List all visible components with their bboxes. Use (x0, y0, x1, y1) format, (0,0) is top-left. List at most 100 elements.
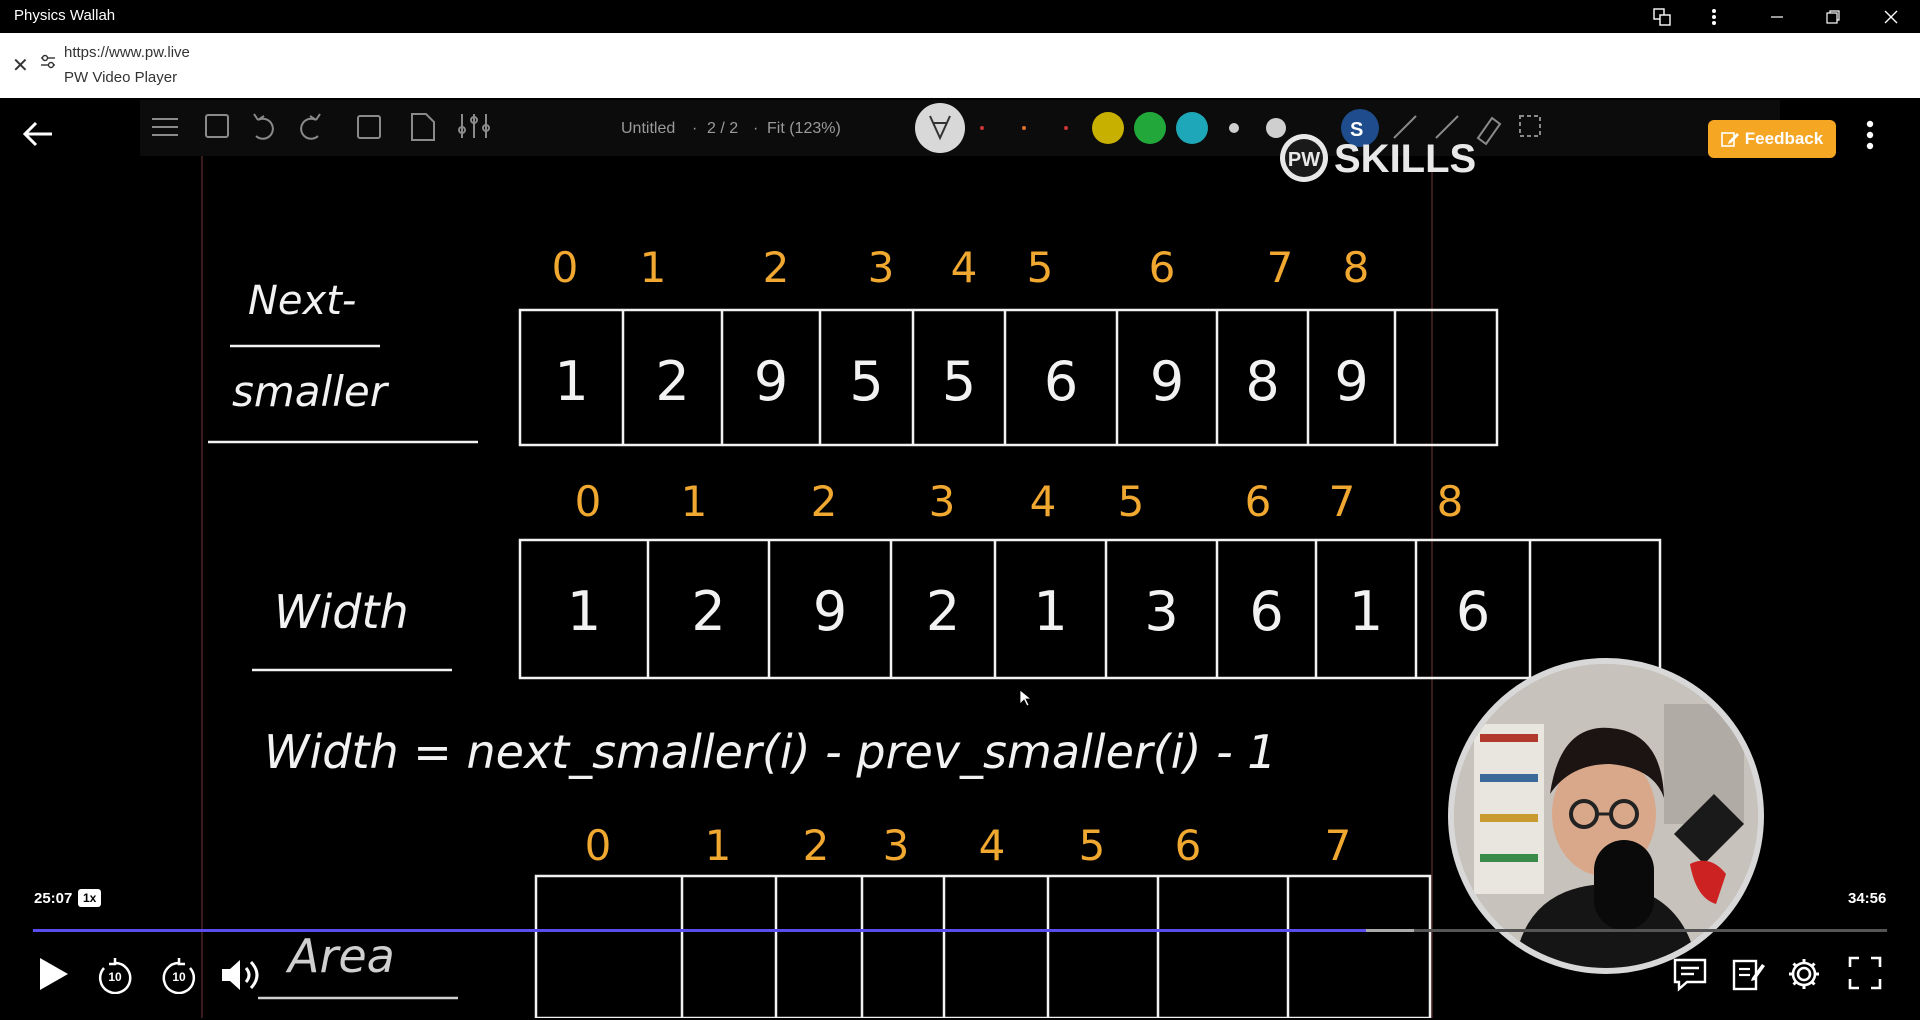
area-index: 4 (979, 821, 1006, 870)
board-separator-2: · (753, 120, 758, 137)
width-index: 3 (929, 477, 956, 526)
area-index: 2 (803, 821, 830, 870)
width-value: 9 (813, 580, 847, 643)
area-array (534, 874, 1432, 1018)
next-smaller-value: 5 (942, 350, 976, 413)
duration: 34:56 (1848, 890, 1887, 907)
feedback-button[interactable]: Feedback (1708, 120, 1836, 158)
notes-icon[interactable] (1730, 956, 1766, 997)
width-label: Width (274, 585, 409, 639)
board-doc-title: Untitled (621, 120, 675, 137)
next-smaller-index: 8 (1343, 243, 1370, 292)
next-smaller-value: 6 (1044, 350, 1078, 413)
board-page-indicator: 2 / 2 (707, 120, 738, 137)
instructor-webcam (1448, 658, 1764, 974)
area-index: 6 (1175, 821, 1202, 870)
close-icon[interactable]: ✕ (12, 53, 29, 78)
color-dot-orange-small (1022, 126, 1026, 130)
width-index: 2 (811, 477, 838, 526)
next-smaller-value: 9 (1150, 350, 1184, 413)
forward-seconds: 10 (172, 970, 186, 984)
player-more-icon[interactable] (1866, 120, 1874, 155)
area-label: Area (285, 929, 395, 983)
close-window-button[interactable] (1866, 0, 1916, 33)
width-value: 1 (1349, 580, 1383, 643)
rewind-10-button[interactable]: 10 (96, 956, 134, 999)
area-border (534, 874, 1432, 1018)
width-value: 3 (1144, 580, 1178, 643)
next-smaller-index: 6 (1149, 243, 1176, 292)
next-smaller-index: 1 (640, 243, 667, 292)
width-index: 0 (575, 477, 602, 526)
next-smaller-index: 7 (1267, 243, 1294, 292)
settings-icon[interactable] (1786, 956, 1822, 997)
width-value: 6 (1456, 580, 1490, 643)
address-bar: ✕ https://www.pw.live PW Video Player (0, 33, 1920, 98)
width-index: 7 (1329, 477, 1356, 526)
url-text: https://www.pw.live (64, 44, 190, 61)
width-value: 2 (691, 580, 725, 643)
color-dot-red-small-2 (1064, 126, 1068, 130)
board-zoom: Fit (123%) (767, 120, 841, 137)
edit-icon (1720, 132, 1739, 147)
next-smaller-value: 9 (1334, 350, 1368, 413)
playback-speed-badge[interactable]: 1x (78, 889, 102, 907)
mouse-cursor-icon (1019, 689, 1033, 707)
seek-bar[interactable] (33, 929, 1887, 932)
volume-icon[interactable] (220, 956, 264, 999)
width-value: 6 (1249, 580, 1283, 643)
color-dot-red-small (980, 126, 984, 130)
play-button[interactable] (36, 954, 70, 999)
width-index: 4 (1030, 477, 1057, 526)
width-formula: Width = next_smaller(i) - prev_smaller(i… (264, 725, 1277, 779)
window-titlebar: Physics Wallah (0, 0, 1920, 33)
next-smaller-index: 0 (552, 243, 579, 292)
color-swatch-cyan (1176, 112, 1208, 144)
microphone (1594, 840, 1654, 930)
back-button[interactable] (22, 120, 54, 153)
next-smaller-value: 2 (655, 350, 689, 413)
color-swatch-yellow (1092, 112, 1124, 144)
next-smaller-index: 5 (1027, 243, 1054, 292)
next-smaller-label-2: smaller (232, 367, 390, 416)
width-index: 1 (681, 477, 708, 526)
feedback-label: Feedback (1744, 129, 1824, 148)
next-smaller-value: 8 (1245, 350, 1279, 413)
next-smaller-index: 3 (868, 243, 895, 292)
comments-icon[interactable] (1672, 956, 1708, 997)
pen-tool-icon (915, 103, 965, 153)
width-value: 1 (1033, 580, 1067, 643)
translate-icon[interactable] (1637, 0, 1687, 33)
site-settings-icon[interactable] (40, 53, 56, 74)
width-value: 1 (567, 580, 601, 643)
brush-size-large (1266, 118, 1286, 138)
restore-button[interactable] (1808, 0, 1858, 33)
width-index: 8 (1437, 477, 1464, 526)
area-index: 0 (585, 821, 612, 870)
brush-size-small (1229, 123, 1239, 133)
width-index: 6 (1245, 477, 1272, 526)
rewind-seconds: 10 (108, 970, 122, 984)
area-index: 1 (705, 821, 732, 870)
pw-logo-text: PW (1288, 149, 1320, 171)
next-smaller-value: 9 (754, 350, 788, 413)
next-smaller-index: 2 (763, 243, 790, 292)
next-smaller-value: 5 (849, 350, 883, 413)
area-index: 7 (1325, 821, 1352, 870)
next-smaller-index: 4 (951, 243, 978, 292)
current-time: 25:07 (34, 890, 73, 907)
width-value: 2 (926, 580, 960, 643)
video-player: Untitled · 2 / 2 · Fit (123%) S PW SKILL… (0, 98, 1920, 1020)
fullscreen-icon[interactable] (1848, 956, 1882, 995)
page-title: PW Video Player (64, 69, 178, 86)
next-smaller-label-1: Next- (248, 278, 356, 324)
seek-bar-played (33, 929, 1367, 932)
more-options-icon[interactable] (1689, 0, 1739, 33)
minimize-button[interactable] (1752, 0, 1802, 33)
forward-10-button[interactable]: 10 (160, 956, 198, 999)
area-index: 5 (1079, 821, 1106, 870)
next-smaller-value: 1 (554, 350, 588, 413)
width-index: 5 (1118, 477, 1145, 526)
window-title: Physics Wallah (14, 7, 116, 24)
skills-brand: SKILLS (1334, 137, 1476, 181)
